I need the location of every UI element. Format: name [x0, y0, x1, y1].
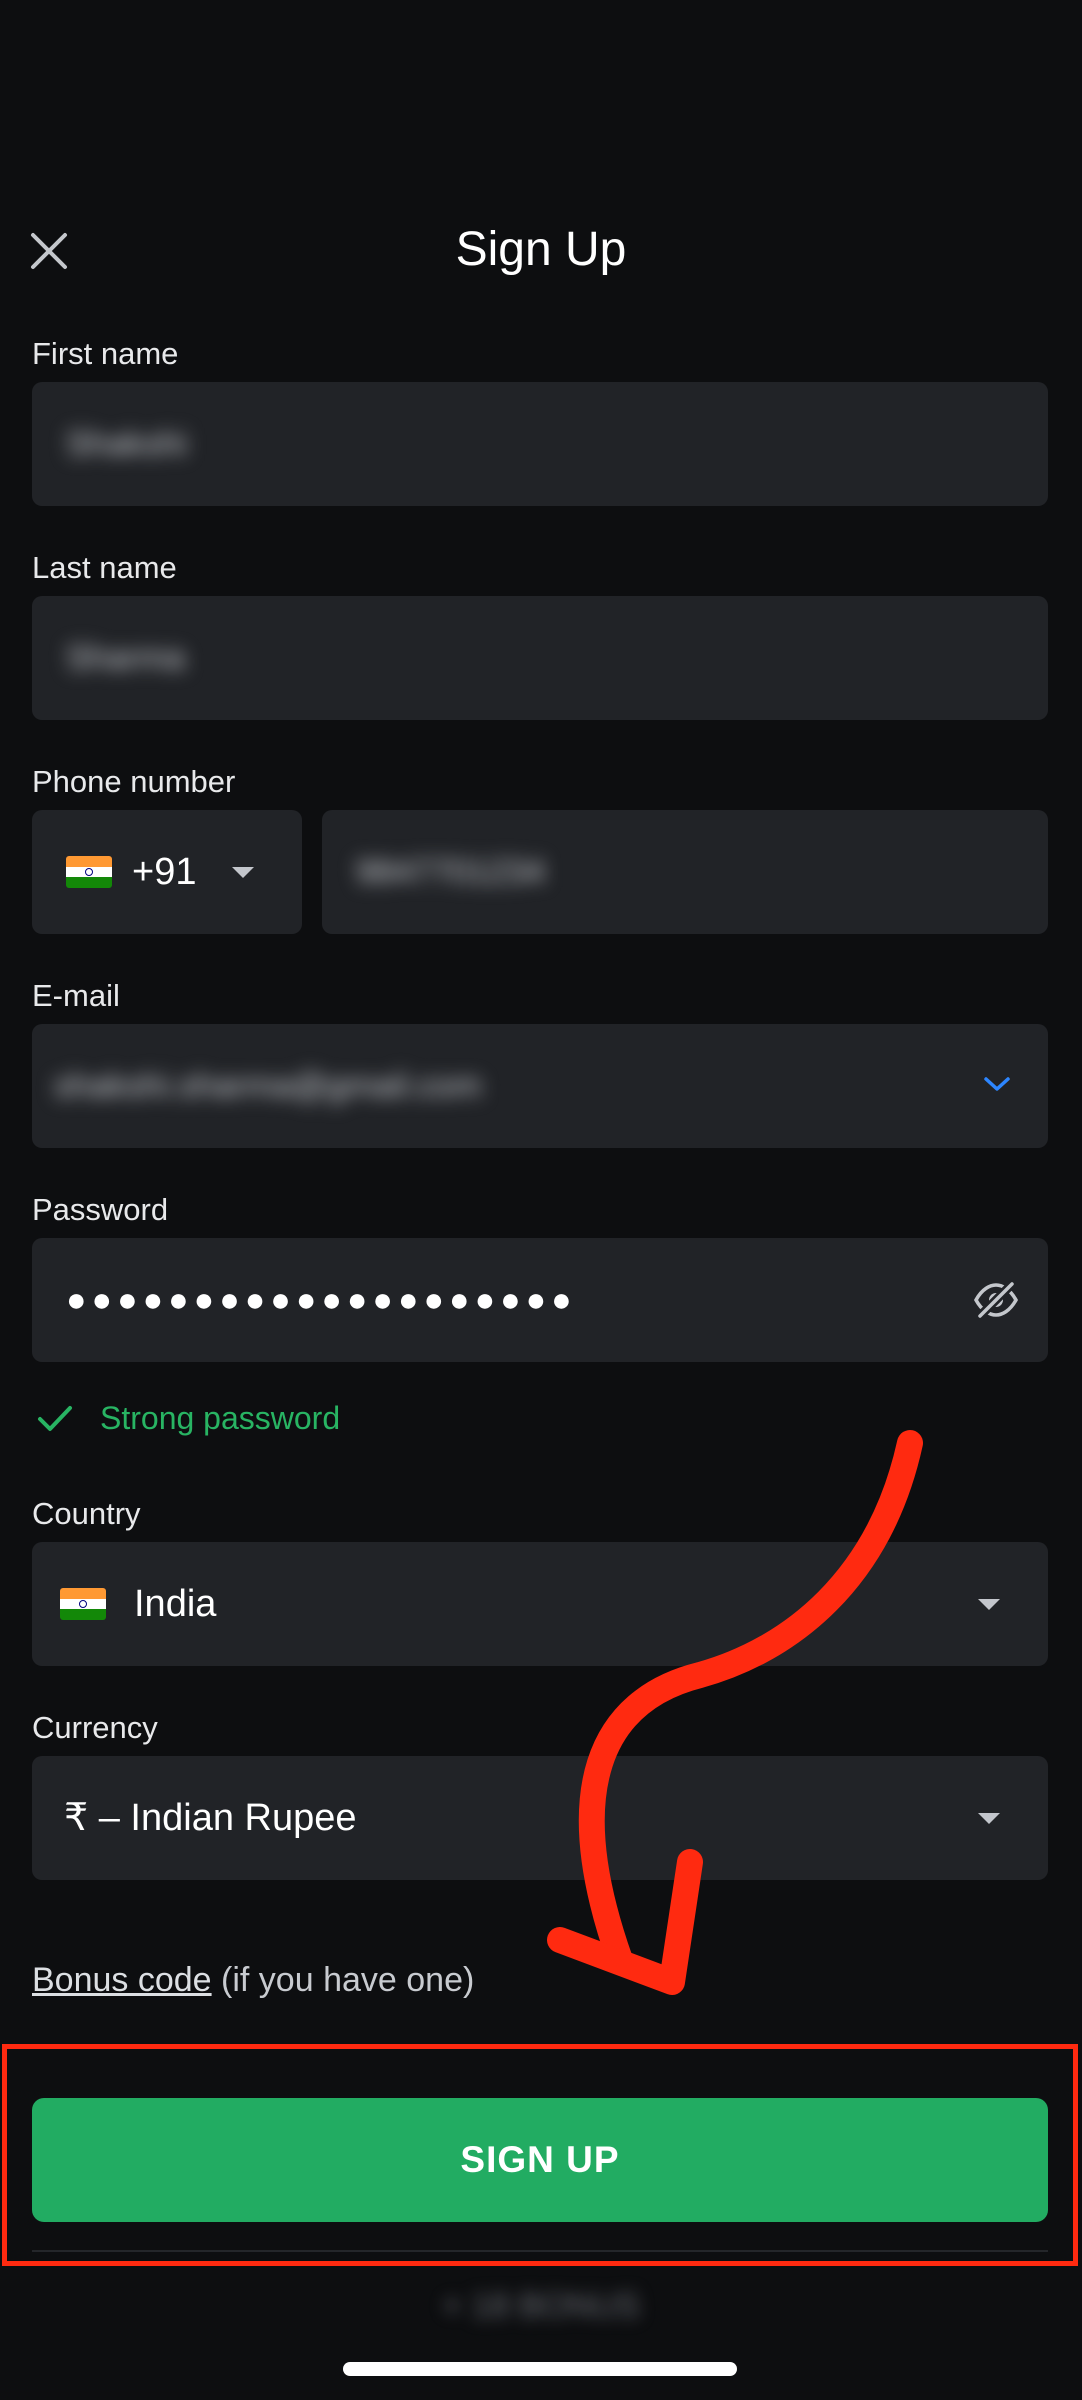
phone-number-field[interactable]: 9847701234	[322, 810, 1048, 934]
india-flag-icon	[60, 1588, 106, 1620]
country-select[interactable]: India	[32, 1542, 1048, 1666]
bonus-code-row: Bonus code (if you have one)	[32, 1958, 474, 2002]
password-strength-text: Strong password	[100, 1400, 341, 1436]
footer-text: + 18 BONUS	[442, 2287, 640, 2325]
phone-label: Phone number	[32, 764, 236, 799]
country-label: Country	[32, 1496, 141, 1531]
country-value: India	[134, 1583, 217, 1625]
email-field[interactable]: shakshi.sharma@gmail.com	[32, 1024, 1048, 1148]
password-label: Password	[32, 1192, 169, 1227]
password-value: ●●●●●●●●●●●●●●●●●●●●	[66, 1281, 577, 1319]
phone-number-value: 9847701234	[356, 853, 546, 891]
currency-select[interactable]: ₹ – Indian Rupee	[32, 1756, 1048, 1880]
bonus-code-hint: (if you have one)	[211, 1961, 475, 1999]
chevron-down-icon[interactable]	[982, 1074, 1012, 1094]
caret-down-icon	[978, 1599, 1000, 1610]
last-name-label: Last name	[32, 550, 177, 585]
phone-code: +91	[132, 851, 197, 893]
bonus-code-link[interactable]: Bonus code	[32, 1961, 212, 1999]
email-label: E-mail	[32, 978, 120, 1013]
phone-code-select[interactable]: +91	[32, 810, 302, 934]
first-name-field[interactable]: Shakshi	[32, 382, 1048, 506]
first-name-value: Shakshi	[66, 425, 187, 463]
india-flag-icon	[66, 856, 112, 888]
caret-down-icon	[232, 867, 254, 878]
caret-down-icon	[978, 1813, 1000, 1824]
divider	[32, 2250, 1048, 2252]
page-title: Sign Up	[455, 223, 627, 276]
password-field[interactable]: ●●●●●●●●●●●●●●●●●●●●	[32, 1238, 1048, 1362]
email-value: shakshi.sharma@gmail.com	[54, 1067, 482, 1105]
last-name-value: Sharma	[66, 639, 186, 677]
currency-value: ₹ – Indian Rupee	[64, 1797, 357, 1839]
currency-label: Currency	[32, 1710, 158, 1745]
annotation-highlight-box	[2, 2044, 1078, 2266]
home-indicator[interactable]	[343, 2362, 737, 2376]
check-icon	[38, 1406, 72, 1431]
eye-off-icon[interactable]	[972, 1280, 1020, 1320]
last-name-field[interactable]: Sharma	[32, 596, 1048, 720]
first-name-label: First name	[32, 336, 179, 371]
